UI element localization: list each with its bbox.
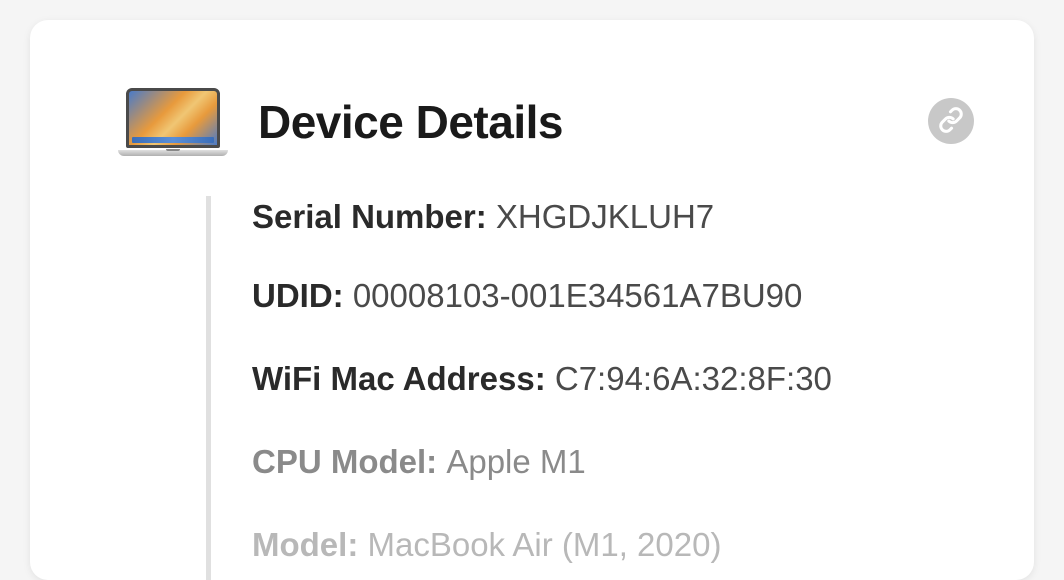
macbook-icon (118, 88, 228, 156)
field-label: CPU Model: (252, 443, 446, 480)
device-details-card: Device Details Serial Number: XHGDJKLUH7… (30, 20, 1034, 580)
detail-row: CPU Model: Apple M1 (210, 441, 1034, 524)
detail-row: WiFi Mac Address: C7:94:6A:32:8F:30 (210, 358, 1034, 441)
link-button[interactable] (928, 98, 974, 144)
field-value: MacBook Air (M1, 2020) (367, 526, 721, 563)
field-label: Serial Number: (252, 198, 496, 235)
link-icon (938, 107, 964, 136)
field-value: 00008103-001E34561A7BU90 (353, 277, 803, 314)
card-header: Device Details (30, 20, 1034, 196)
details-list: Serial Number: XHGDJKLUH7 UDID: 00008103… (30, 196, 1034, 580)
detail-row: Serial Number: XHGDJKLUH7 (210, 196, 1034, 275)
field-value: C7:94:6A:32:8F:30 (555, 360, 832, 397)
field-label: WiFi Mac Address: (252, 360, 555, 397)
field-value: XHGDJKLUH7 (496, 198, 714, 235)
field-label: UDID: (252, 277, 353, 314)
card-title: Device Details (258, 95, 563, 149)
field-value: Apple M1 (446, 443, 585, 480)
detail-row: UDID: 00008103-001E34561A7BU90 (210, 275, 1034, 358)
detail-row: Model: MacBook Air (M1, 2020) (210, 524, 1034, 580)
field-label: Model: (252, 526, 367, 563)
